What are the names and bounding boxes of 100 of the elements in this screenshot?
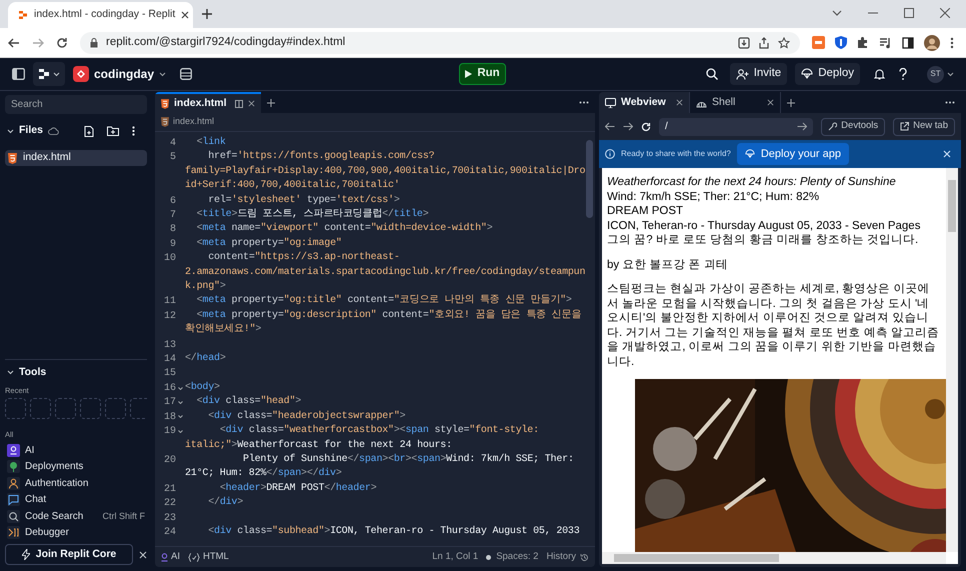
panel-tab[interactable]: Shell [690,92,781,113]
help-icon[interactable] [899,68,907,80]
tool-item[interactable]: Deployments [5,458,147,475]
line-number: 7 [170,210,176,222]
more-icon[interactable] [132,126,135,136]
code-line: rel='stylesheet' type='text/css'> [207,194,401,208]
fold-chevron-icon[interactable] [178,415,183,418]
join-core-button[interactable]: Join Replit Core [5,544,133,565]
indent-button[interactable]: Spaces: 2 [486,550,538,564]
code-line: <header>DREAM POST</header> [218,482,378,496]
split-view-icon[interactable] [234,100,243,108]
history-button[interactable]: History [546,550,589,564]
profile-avatar-icon[interactable] [924,34,940,50]
share-icon[interactable] [758,36,770,48]
add-tab-icon[interactable] [266,98,275,106]
search-field[interactable]: Search [5,95,147,114]
language-button[interactable]: HTML [188,550,229,564]
code-line: </div> [207,496,244,510]
fold-chevron-icon[interactable] [178,430,183,433]
close-icon[interactable] [940,8,950,18]
code-line: <title>드림 포스트, 스파르타코딩클럽</title> [196,208,430,222]
tool-item[interactable]: Chat [5,492,147,508]
address-field[interactable]: replit.com/@stargirl7924/codingday#index.html [80,32,800,54]
media-icon[interactable] [879,36,892,48]
fold-chevron-icon[interactable] [178,400,183,404]
article-line: 그의 꿈? 바로 로또 당첨의 황금 미래를 창조하는 것입니다. [607,233,920,248]
code-line: <link [196,136,227,150]
search-icon[interactable] [706,68,718,80]
reload-icon[interactable] [56,36,68,48]
invite-button[interactable]: Invite [730,63,788,85]
shield-icon[interactable] [835,36,847,49]
chevron-down-icon[interactable] [832,10,842,16]
code-line: <div class="subhead">ICON, Teheran-ro - Thursday August 05, 2033 [207,524,581,539]
tool-item[interactable]: Authentication [5,475,147,492]
add-person-icon [736,68,749,80]
sidebar-toggle-icon[interactable] [12,68,25,80]
console-icon[interactable] [180,68,192,80]
line-number: 14 [164,354,176,366]
code-line: k.png"> [185,280,227,294]
more-icon[interactable] [945,101,955,104]
article-paragraph: 스팀펑크는 현실과 가상이 공존하는 세계로, 황영상은 이곳에서 놀라운 모험을 시작했습니다. 그의 첫 걸음은 가상 도시 '네오시티'의 불안정한 지하에서 이루어진 것으로 알려져 있습니다. 거기서 그는 기술적인 재능을 펼쳐 로또 번호 예측 알고리즘을 개발하였고, 이로써 그의 꿈을 이루기 위한 기반을 마련했습니다. [607,282,940,369]
line-number: 13 [164,340,176,351]
chat-icon [7,493,20,506]
extension-icon[interactable] [812,36,825,49]
code-line: href='https://fonts.googleapis.com/css? [207,150,436,164]
forward-icon[interactable] [623,122,633,131]
line-number: 21 [164,484,176,495]
logo-menu-button[interactable] [33,62,65,86]
close-icon[interactable] [181,11,190,19]
url-field[interactable]: / [659,118,814,136]
minimize-icon[interactable] [868,12,878,14]
bell-icon[interactable] [874,68,885,80]
more-icon[interactable] [950,36,954,48]
html-file-icon [161,98,169,108]
browser-tab[interactable]: index.html - codingday - Replit [8,2,193,28]
debugger-icon [7,526,20,540]
tool-item[interactable]: Debugger [5,524,147,541]
star-icon[interactable] [778,36,790,48]
breadcrumb[interactable]: index.html [173,115,214,129]
lock-icon [90,38,98,48]
back-icon[interactable] [605,122,615,131]
new-tab-button[interactable]: New tab [893,118,955,136]
side-panel-icon[interactable] [902,36,914,48]
cursor-position[interactable]: Ln 1, Col 1 [432,550,478,564]
file-item[interactable]: index.html [5,150,147,166]
devtools-button[interactable]: Devtools [821,118,886,136]
new-file-icon[interactable] [84,126,94,136]
add-tab-icon[interactable] [787,98,795,106]
panel-tab[interactable]: Webview [599,92,690,113]
editor-tab[interactable]: index.html [155,92,261,113]
run-button[interactable]: Run [459,63,506,85]
deploy-button[interactable]: Deploy [795,63,860,85]
puzzle-icon[interactable] [857,36,869,48]
line-number: 8 [170,224,176,236]
tool-item[interactable]: Code Search Ctrl Shift F [5,508,147,524]
scrollbar[interactable] [602,552,946,564]
code-line: <meta property="og:title" content="코딩으로 나만의 특종 신문 만들기"> [196,294,573,308]
braces-icon [188,552,200,562]
go-arrow-icon[interactable] [797,122,808,131]
line-number: 15 [164,368,176,380]
ai-button[interactable]: AI [161,550,180,564]
install-icon[interactable] [738,36,750,48]
new-folder-icon[interactable] [107,126,119,136]
close-icon[interactable] [767,99,774,106]
close-icon[interactable] [676,99,683,106]
close-icon[interactable] [248,100,255,107]
back-icon[interactable] [8,36,20,48]
tab-title: index.html - codingday - Replit [34,7,176,22]
scrollbar[interactable] [586,140,593,218]
fold-chevron-icon[interactable] [178,386,183,390]
project-menu[interactable]: codingday [73,65,166,83]
code-line: content="https://s3.ap-northeast- [207,251,401,266]
tool-item[interactable]: AI [5,442,147,458]
maximize-icon[interactable] [904,8,914,18]
more-icon[interactable] [579,101,589,104]
scrollbar[interactable] [946,168,958,552]
search-icon [7,510,20,523]
deploy-app-button[interactable]: Deploy your app [736,143,849,165]
new-tab-icon[interactable] [201,8,213,20]
code-line: <div class="headerobjectswrapper"> [207,410,406,424]
